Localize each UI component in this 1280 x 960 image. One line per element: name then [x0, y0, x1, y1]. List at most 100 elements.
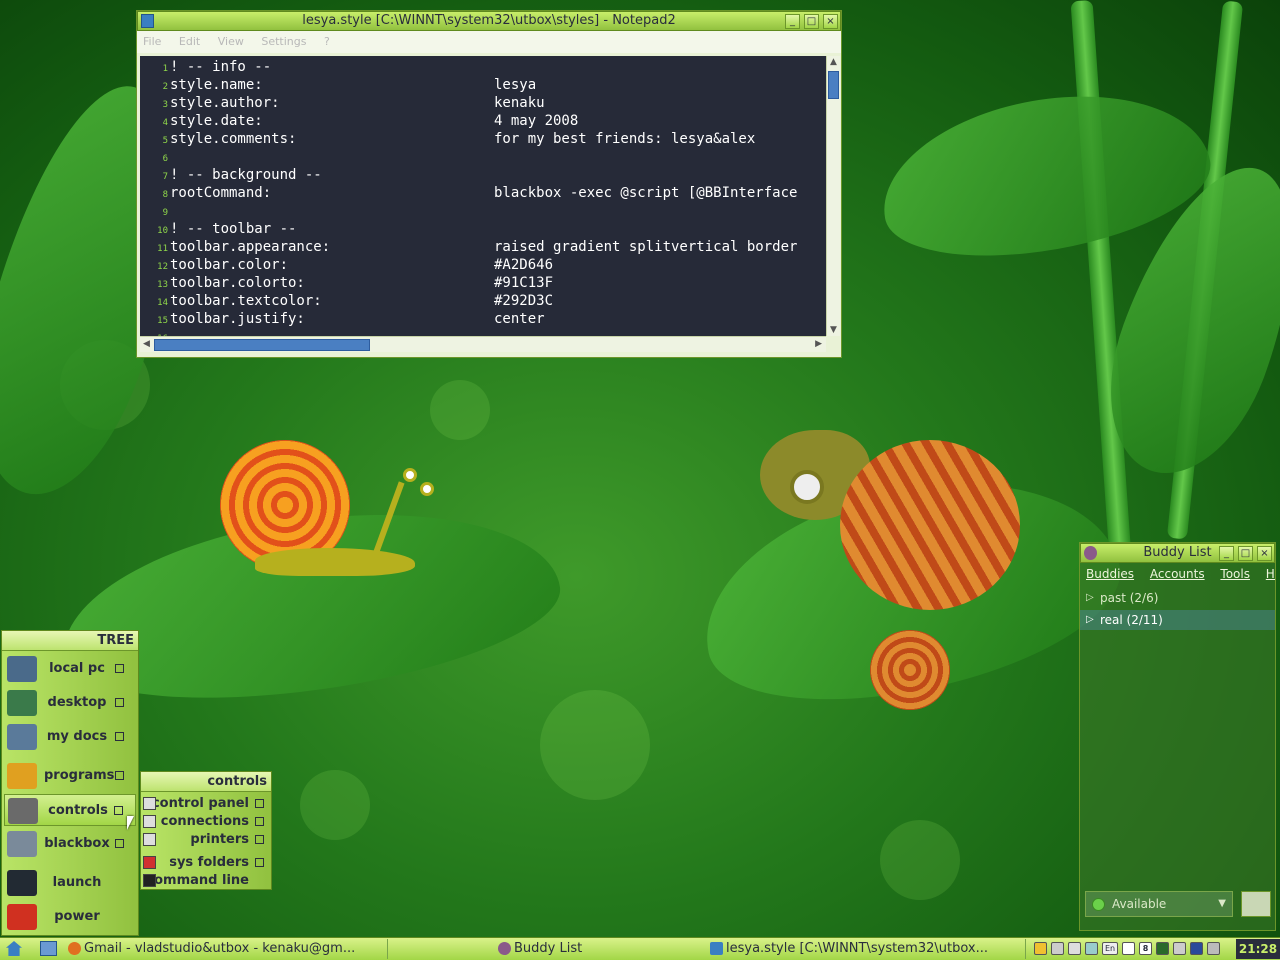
code-key: style.date:: [170, 113, 263, 129]
terminal-icon: [7, 870, 37, 896]
controls-item-printers[interactable]: printers: [143, 831, 269, 849]
status-selector[interactable]: Available ▼: [1085, 891, 1233, 917]
menu-accounts[interactable]: Accounts: [1150, 567, 1205, 581]
scroll-right-icon[interactable]: ▶: [815, 339, 822, 349]
home-icon[interactable]: [6, 941, 22, 956]
maximize-icon[interactable]: □: [804, 14, 819, 29]
volume-icon[interactable]: [1207, 942, 1220, 955]
code-key: toolbar.color:: [170, 257, 289, 273]
submenu-indicator-icon: [255, 858, 264, 867]
task-gmail[interactable]: Gmail - vladstudio&utbox - kenaku@gm...: [66, 939, 388, 959]
buddy-group-label: past (2/6): [1100, 591, 1159, 605]
menu-help[interactable]: ?: [324, 35, 330, 48]
horizontal-scroll-thumb[interactable]: [154, 339, 370, 351]
programs-folder-icon: [7, 763, 37, 789]
close-icon[interactable]: ×: [823, 14, 838, 29]
submenu-indicator-icon: [115, 771, 124, 780]
menu-help[interactable]: Hel: [1266, 567, 1275, 581]
tree-item-label: power: [54, 909, 100, 924]
line-number: 13: [157, 280, 168, 290]
code-value: #A2D646: [494, 257, 554, 273]
tree-item-my-docs[interactable]: my docs: [4, 721, 136, 753]
folder-icon: [7, 724, 37, 750]
code-key: toolbar.appearance:: [170, 239, 331, 255]
tray-folder-icon[interactable]: [1034, 942, 1047, 955]
line-number: 7: [162, 172, 168, 182]
menu-settings[interactable]: Settings: [261, 35, 306, 48]
controls-item-connections[interactable]: connections: [143, 813, 269, 831]
command-line-icon: [143, 874, 156, 887]
line-number: 3: [162, 100, 168, 110]
tray-monitor-icon[interactable]: [1156, 942, 1169, 955]
expand-icon[interactable]: ▷: [1086, 610, 1094, 630]
power-icon: [7, 904, 37, 930]
code-value: #91C13F: [494, 275, 554, 291]
scroll-left-icon[interactable]: ◀: [143, 339, 150, 349]
expand-icon[interactable]: ▷: [1086, 588, 1094, 608]
tray-grid-icon[interactable]: [1173, 942, 1186, 955]
control-panel-icon: [143, 797, 156, 810]
horizontal-scrollbar[interactable]: ◀ ▶: [140, 336, 826, 352]
task-notepad[interactable]: lesya.style [C:\WINNT\system32\utbox...: [708, 939, 1026, 959]
code-value: 4 may 2008: [494, 113, 579, 129]
tree-item-blackbox[interactable]: blackbox: [4, 828, 136, 860]
minimize-icon[interactable]: _: [785, 14, 800, 29]
tray-app-icon[interactable]: [1190, 942, 1203, 955]
tree-item-power[interactable]: power: [4, 901, 136, 933]
tray-shield-icon[interactable]: [1068, 942, 1081, 955]
buddy-list-title: Buddy List: [1143, 545, 1212, 560]
tray-number-icon[interactable]: 8: [1139, 942, 1152, 955]
vertical-scroll-thumb[interactable]: [828, 71, 839, 99]
line-number: 5: [162, 136, 168, 146]
tray-settings-icon[interactable]: [1051, 942, 1064, 955]
tree-item-label: desktop: [47, 695, 107, 710]
notepad-window: lesya.style [C:\WINNT\system32\utbox\sty…: [136, 10, 842, 358]
firefox-icon: [68, 942, 81, 955]
buddy-close-icon[interactable]: ×: [1257, 546, 1272, 561]
tray-usb-icon[interactable]: [1122, 942, 1135, 955]
buddy-list-titlebar[interactable]: Buddy List _ □ ×: [1080, 543, 1275, 563]
tray-network-icon[interactable]: [1085, 942, 1098, 955]
tree-item-label: blackbox: [44, 836, 110, 851]
tree-item-programs[interactable]: programs: [4, 760, 136, 792]
line-number: 2: [162, 82, 168, 92]
line-number: 11: [157, 244, 168, 254]
controls-item-control-panel[interactable]: control panel: [143, 795, 269, 813]
status-label: Available: [1112, 897, 1167, 911]
tray-language-icon[interactable]: En: [1102, 942, 1118, 955]
show-desktop-icon[interactable]: [40, 941, 57, 956]
code-editor[interactable]: 1! -- info -- 2 style.name: lesya 3 style.aut…: [140, 56, 826, 336]
task-buddy-list[interactable]: Buddy List: [496, 939, 616, 959]
controls-submenu: controls control panel connections printer…: [140, 771, 272, 890]
menu-edit[interactable]: Edit: [179, 35, 200, 48]
controls-item-sys-folders[interactable]: sys folders: [143, 854, 269, 872]
buddy-icon-button[interactable]: [1241, 891, 1271, 917]
menu-tools[interactable]: Tools: [1220, 567, 1250, 581]
vertical-scrollbar[interactable]: ▲ ▼: [826, 56, 840, 336]
menu-view[interactable]: View: [218, 35, 244, 48]
menu-buddies[interactable]: Buddies: [1086, 567, 1134, 581]
tree-item-launch[interactable]: launch: [4, 867, 136, 899]
buddy-group-past[interactable]: ▷ past (2/6): [1080, 588, 1275, 608]
tree-item-local-pc[interactable]: local pc: [4, 653, 136, 685]
buddy-minimize-icon[interactable]: _: [1219, 546, 1234, 561]
menu-file[interactable]: File: [143, 35, 161, 48]
line-number: 14: [157, 298, 168, 308]
scroll-up-icon[interactable]: ▲: [830, 57, 837, 67]
tree-item-controls[interactable]: controls: [4, 794, 136, 826]
submenu-indicator-icon: [255, 817, 264, 826]
notepad-titlebar[interactable]: lesya.style [C:\WINNT\system32\utbox\sty…: [137, 11, 841, 31]
chevron-down-icon[interactable]: ▼: [1218, 892, 1226, 916]
tree-menu: TREE local pc desktop my docs programs contr…: [1, 630, 139, 936]
buddy-group-real[interactable]: ▷ real (2/11): [1080, 610, 1275, 630]
tree-item-desktop[interactable]: desktop: [4, 687, 136, 719]
submenu-indicator-icon: [115, 698, 124, 707]
controls-item-label: printers: [190, 832, 249, 847]
code-value: raised gradient splitvertical border: [494, 239, 798, 255]
buddy-maximize-icon[interactable]: □: [1238, 546, 1253, 561]
controls-item-command-line[interactable]: command line: [143, 872, 269, 890]
submenu-indicator-icon: [114, 806, 123, 815]
scroll-down-icon[interactable]: ▼: [830, 325, 837, 335]
clock[interactable]: 21:28: [1236, 939, 1280, 959]
submenu-indicator-icon: [115, 839, 124, 848]
